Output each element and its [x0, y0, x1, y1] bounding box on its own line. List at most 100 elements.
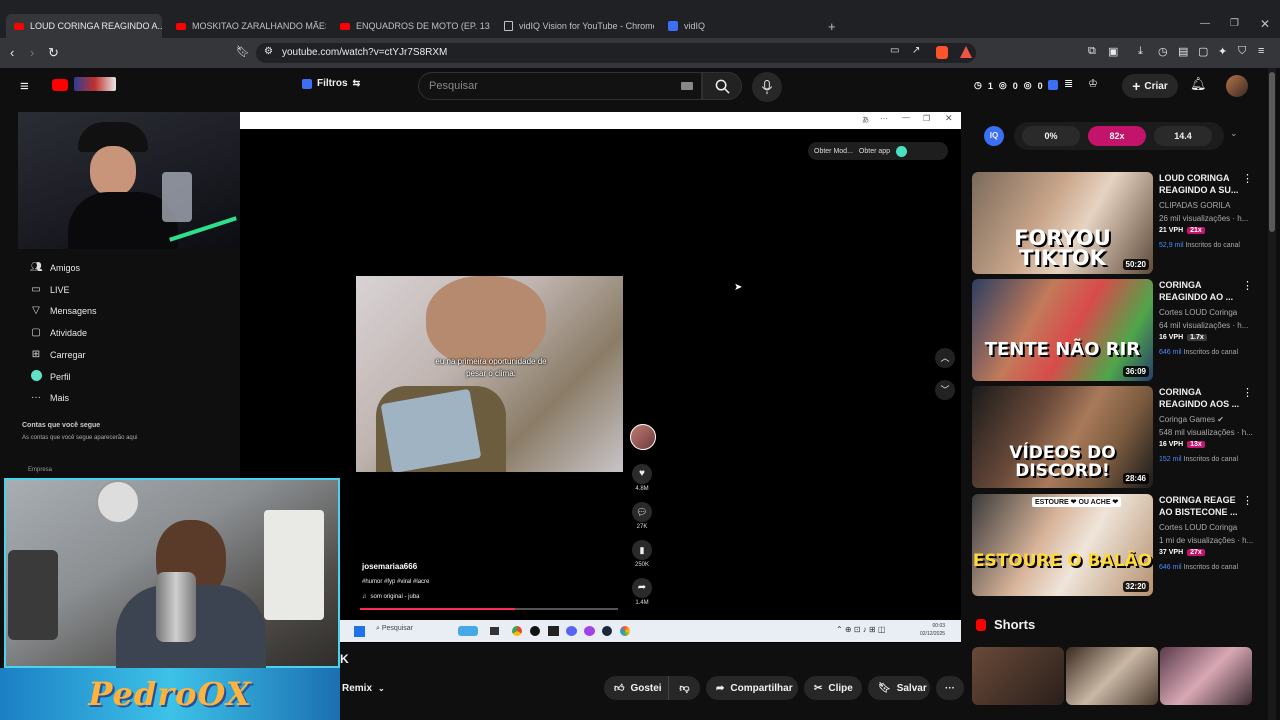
share-page-icon[interactable]: ↗ — [912, 45, 920, 56]
chrome-icon[interactable] — [512, 626, 522, 636]
video-thumbnail[interactable]: VÍDEOS DO DISCORD! 28:46 — [972, 386, 1153, 488]
recommended-video-2[interactable]: TENTE NÃO RIR 36:09 CORINGA REAGINDO AO … — [972, 279, 1262, 383]
maximize-icon[interactable]: ❐ — [923, 114, 930, 123]
translate-icon[interactable]: あ — [862, 115, 869, 125]
video-thumbnail[interactable]: ESTOURE ❤ OU ACHE ❤ ESTOURE O BALÃO 32:2… — [972, 494, 1153, 596]
avatar[interactable] — [1226, 75, 1248, 97]
comment-action[interactable]: 💬︎ 27K — [631, 502, 653, 530]
sidebar-item-live[interactable]: ▭ LIVE — [30, 284, 69, 295]
video-thumbnail[interactable]: TENTE NÃO RIR 36:09 — [972, 279, 1153, 381]
channel-name[interactable]: CLIPADAS GORILA — [1159, 201, 1230, 210]
share-action[interactable]: ➦ 1.4M — [631, 578, 653, 606]
app-icon[interactable] — [620, 626, 630, 636]
menu-icon[interactable]: ≡ — [1258, 45, 1264, 57]
keyboard-icon[interactable] — [681, 82, 693, 90]
short-thumbnail[interactable] — [972, 647, 1064, 705]
save-button[interactable]: 🔖︎ Salvar — [868, 676, 930, 700]
create-button[interactable]: + Criar — [1122, 74, 1178, 98]
more-options-icon[interactable]: ⋮ — [1242, 279, 1253, 292]
scrollbar-thumb[interactable] — [1269, 72, 1275, 232]
like-button[interactable]: 👍︎ Gostei — [604, 676, 668, 700]
more-actions-button[interactable]: ··· — [936, 676, 964, 700]
get-app-button[interactable]: Obter app — [859, 148, 890, 155]
app-icon[interactable] — [584, 626, 595, 636]
maximize-icon[interactable]: ❐ — [1230, 18, 1239, 29]
extensions-icon[interactable]: ⧉ — [1088, 45, 1096, 58]
screenshot-icon[interactable]: ▢ — [1198, 45, 1208, 58]
channel-name[interactable]: Cortes LOUD Coringa — [1159, 308, 1237, 317]
hamburger-icon[interactable]: ≡ — [20, 78, 29, 95]
download-icon[interactable]: ⤓ — [1138, 45, 1143, 58]
history-icon[interactable]: ◷ — [1158, 45, 1168, 58]
tray-icons[interactable]: ⌃ ⊕ ⊡ ♪ ⊞ ◫ — [836, 625, 885, 634]
search-button[interactable] — [702, 72, 742, 100]
sidebar-toggle-icon[interactable]: ▤ — [1178, 45, 1188, 58]
browser-tab-3[interactable]: ENQUADROS DE MOTO (EP. 131) - Y... — [332, 16, 490, 36]
more-icon[interactable]: ··· — [880, 114, 888, 123]
vidiq-logo-icon[interactable]: IQ — [984, 126, 1004, 146]
app-icon[interactable] — [548, 626, 559, 636]
browser-tab-1[interactable]: LOUD CORINGA REAGINDO A... × — [6, 14, 162, 38]
cast-icon[interactable]: ▭ — [890, 45, 899, 56]
badge-icon[interactable]: ♔ — [1088, 77, 1098, 90]
filters-button[interactable]: Filtros ⇆ — [302, 78, 360, 89]
search-input[interactable]: Pesquisar — [418, 72, 702, 100]
close-window-icon[interactable]: ✕ — [1260, 17, 1270, 31]
youtube-logo-icon[interactable] — [52, 79, 68, 91]
taskbar-search[interactable]: ⌕ Pesquisar — [376, 625, 413, 633]
share-button[interactable]: ➦ Compartilhar — [706, 676, 798, 700]
sidebar-item-atividade[interactable]: ▢ Atividade — [30, 327, 87, 338]
more-options-icon[interactable]: ⋮ — [1242, 386, 1253, 399]
list-icon[interactable]: ≣ — [1064, 77, 1073, 90]
dislike-button[interactable]: 👎︎ — [668, 676, 700, 700]
tiktok-hashtags[interactable]: #humor #fyp #viral #lacre — [362, 579, 429, 585]
recommended-video-1[interactable]: FORYOU TIKTOK 50:20 LOUD CORINGA REAGIND… — [972, 172, 1262, 276]
sidebar-item-mensagens[interactable]: ▽ Mensagens — [30, 305, 96, 316]
browser-tab-5[interactable]: vidIQ — [660, 16, 810, 36]
widgets-icon[interactable] — [458, 626, 478, 636]
minimize-icon[interactable]: — — [902, 113, 910, 122]
tiktok-video[interactable]: eu na primeira oportunidade de pesar o c… — [356, 276, 623, 472]
like-action[interactable]: ♥ 4.8M — [631, 464, 653, 492]
remix-button[interactable]: Remix ⌄ — [342, 676, 385, 700]
reload-icon[interactable]: ↻ — [48, 45, 59, 61]
recommended-video-3[interactable]: VÍDEOS DO DISCORD! 28:46 CORINGA REAGIND… — [972, 386, 1262, 490]
site-info-icon[interactable]: ⚙ — [264, 46, 273, 57]
tiktok-app-icon[interactable] — [530, 626, 540, 636]
short-thumbnail[interactable] — [1066, 647, 1158, 705]
creator-avatar[interactable] — [630, 424, 656, 450]
channel-name[interactable]: Cortes LOUD Coringa — [1159, 523, 1237, 532]
browser-tab-4[interactable]: vidIQ Vision for YouTube - Chrome W... — [496, 16, 654, 36]
chevron-down-icon[interactable]: ⌄ — [1230, 128, 1238, 139]
sidebar-item-amigos[interactable]: 👥︎ Amigos — [30, 262, 80, 273]
video-player[interactable]: あ ··· — ❐ ✕ Obter Mod... Obter app eu na… — [240, 112, 961, 643]
video-thumbnail[interactable]: FORYOU TIKTOK 50:20 — [972, 172, 1153, 274]
discord-icon[interactable] — [566, 626, 577, 636]
bell-icon[interactable]: 🔔︎ — [1190, 76, 1207, 92]
tiktok-username[interactable]: josemariaa666 — [362, 562, 417, 571]
short-thumbnail[interactable] — [1160, 647, 1252, 705]
tiktok-sound[interactable]: ♫ som original - juba — [362, 594, 420, 600]
new-tab-icon[interactable]: + — [828, 19, 836, 34]
page-scrollbar[interactable] — [1268, 68, 1276, 720]
vidiq-icon[interactable] — [1048, 80, 1058, 90]
channel-name[interactable]: Coringa Games ✔ — [1159, 415, 1224, 424]
steam-icon[interactable] — [602, 626, 612, 636]
save-action[interactable]: ▮ 250K — [631, 540, 653, 568]
profile-icon[interactable] — [896, 145, 908, 157]
voice-search-button[interactable] — [752, 72, 782, 102]
bookmark-icon[interactable]: 🔖︎ — [236, 45, 250, 58]
close-icon[interactable]: ✕ — [945, 113, 953, 124]
windows-start-icon[interactable] — [354, 626, 365, 637]
sidebar-item-carregar[interactable]: ⊞ Carregar — [30, 349, 86, 360]
tiktok-progress-track[interactable] — [360, 608, 618, 610]
sidebar-item-mais[interactable]: ··· Mais — [30, 392, 69, 403]
brave-shield-icon[interactable] — [936, 46, 948, 59]
browser-tab-2[interactable]: MOSKITAO ZARALHANDO MÃES SO... — [168, 16, 326, 36]
task-view-icon[interactable] — [490, 627, 499, 635]
back-icon[interactable]: ‹ — [10, 45, 14, 60]
clip-button[interactable]: ✂ Clipe — [804, 676, 862, 700]
scroll-down-button[interactable]: ﹀ — [935, 380, 955, 400]
recommended-video-4[interactable]: ESTOURE ❤ OU ACHE ❤ ESTOURE O BALÃO 32:2… — [972, 494, 1262, 598]
minimize-icon[interactable]: — — [1200, 18, 1210, 29]
